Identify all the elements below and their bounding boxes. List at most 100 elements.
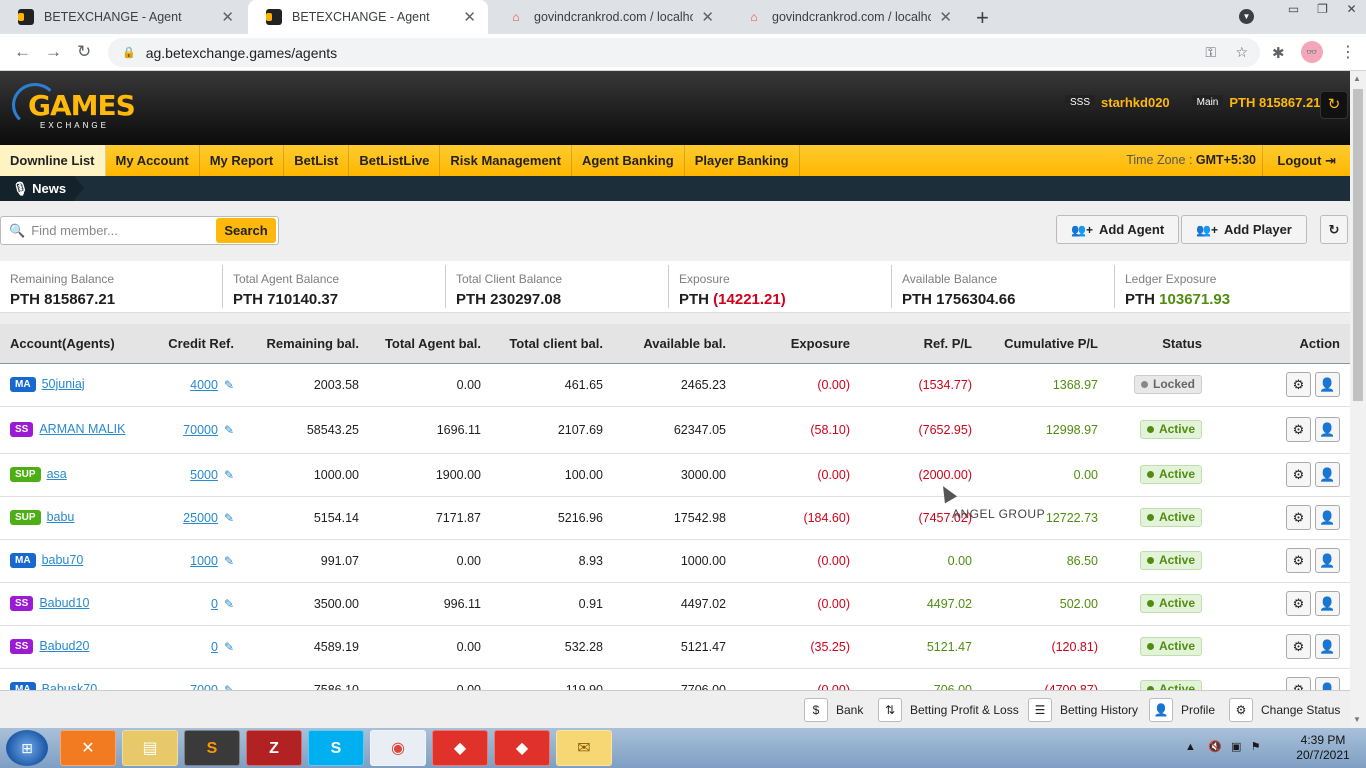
settings-button[interactable]: ⚙: [1286, 634, 1311, 659]
menu-downline-list[interactable]: Downline List: [0, 145, 106, 176]
refresh-balance-button[interactable]: ↻: [1320, 91, 1348, 119]
anydesk-icon[interactable]: ◆: [432, 730, 488, 766]
show-hidden-icons-icon[interactable]: ▲: [1185, 741, 1196, 753]
account-link[interactable]: 50juniaj: [42, 377, 85, 391]
pencil-icon[interactable]: ✎: [224, 423, 234, 437]
col-available-bal[interactable]: Available bal.: [613, 324, 736, 364]
add-agent-button[interactable]: 👥+ Add Agent: [1056, 215, 1180, 244]
menu-my-report[interactable]: My Report: [200, 145, 285, 176]
pencil-icon[interactable]: ✎: [224, 468, 234, 482]
credit-ref-link[interactable]: 25000: [183, 511, 218, 525]
notes-app-icon[interactable]: ✉: [556, 730, 612, 766]
close-icon[interactable]: ✕: [221, 8, 234, 26]
search-input[interactable]: Find member...: [31, 223, 216, 238]
sublime-text-icon[interactable]: S: [184, 730, 240, 766]
profile-button[interactable]: 👤: [1315, 505, 1340, 530]
file-explorer-icon[interactable]: ▤: [122, 730, 178, 766]
forward-icon[interactable]: →: [45, 42, 62, 62]
profile-button[interactable]: 👤: [1315, 634, 1340, 659]
col-credit-ref[interactable]: Credit Ref.: [140, 324, 244, 364]
account-link[interactable]: Babud20: [39, 639, 89, 653]
skype-icon[interactable]: S: [308, 730, 364, 766]
anydesk-icon-2[interactable]: ◆: [494, 730, 550, 766]
settings-button[interactable]: ⚙: [1286, 548, 1311, 573]
account-link[interactable]: babu: [47, 510, 75, 524]
account-link[interactable]: asa: [47, 467, 67, 481]
xampp-app-icon[interactable]: ✕: [60, 730, 116, 766]
col-account[interactable]: Account(Agents): [0, 324, 140, 364]
credit-ref-link[interactable]: 7000: [190, 683, 218, 691]
address-bar[interactable]: 🔒 ag.betexchange.games/agents ⚿ ☆: [108, 38, 1260, 67]
minimize-icon[interactable]: ▭: [1279, 0, 1308, 24]
profile-button[interactable]: 👤: [1315, 548, 1340, 573]
menu-my-account[interactable]: My Account: [106, 145, 200, 176]
col-total-client-bal[interactable]: Total client bal.: [491, 324, 613, 364]
settings-button[interactable]: ⚙: [1286, 462, 1311, 487]
reload-icon[interactable]: ↻: [77, 42, 91, 62]
settings-button[interactable]: ⚙: [1286, 505, 1311, 530]
pencil-icon[interactable]: ✎: [224, 554, 234, 568]
settings-button[interactable]: ⚙: [1286, 372, 1311, 397]
credit-ref-link[interactable]: 0: [211, 597, 218, 611]
close-window-icon[interactable]: ✕: [1337, 0, 1366, 24]
news-label[interactable]: 🎙 News: [0, 176, 84, 201]
search-button[interactable]: Search: [216, 218, 276, 243]
col-total-agent-bal[interactable]: Total Agent bal.: [369, 324, 491, 364]
pencil-icon[interactable]: ✎: [224, 640, 234, 654]
legend-bank[interactable]: $ Bank: [804, 697, 863, 722]
chrome-icon[interactable]: ◉: [370, 730, 426, 766]
credit-ref-link[interactable]: 70000: [183, 423, 218, 437]
scrollbar-thumb[interactable]: [1353, 89, 1363, 401]
add-player-button[interactable]: 👥+ Add Player: [1181, 215, 1307, 244]
legend-profile[interactable]: 👤 Profile: [1149, 697, 1215, 722]
menu-icon[interactable]: ⋮: [1340, 42, 1356, 62]
credit-ref-link[interactable]: 5000: [190, 468, 218, 482]
logout-button[interactable]: Logout ⇥: [1262, 145, 1350, 176]
filezilla-icon[interactable]: Z: [246, 730, 302, 766]
pencil-icon[interactable]: ✎: [224, 683, 234, 691]
profile-button[interactable]: 👤: [1315, 417, 1340, 442]
scroll-down-icon[interactable]: ▼: [1353, 715, 1361, 724]
pencil-icon[interactable]: ✎: [224, 378, 234, 392]
profile-button[interactable]: 👤: [1315, 677, 1340, 690]
account-link[interactable]: ARMAN MALIK: [39, 422, 125, 436]
col-cumulative-pl[interactable]: Cumulative P/L: [982, 324, 1108, 364]
system-clock[interactable]: 4:39 PM 20/7/2021: [1290, 733, 1356, 763]
settings-button[interactable]: ⚙: [1286, 591, 1311, 616]
menu-risk-management[interactable]: Risk Management: [440, 145, 572, 176]
profile-button[interactable]: 👤: [1315, 372, 1340, 397]
close-icon[interactable]: ✕: [463, 8, 476, 26]
refresh-button[interactable]: ↻: [1320, 215, 1348, 244]
pencil-icon[interactable]: ✎: [224, 511, 234, 525]
menu-agent-banking[interactable]: Agent Banking: [572, 145, 685, 176]
star-icon[interactable]: ☆: [1235, 44, 1248, 60]
menu-betlist[interactable]: BetList: [284, 145, 350, 176]
close-icon[interactable]: ✕: [701, 8, 714, 26]
credit-ref-link[interactable]: 1000: [190, 554, 218, 568]
col-exposure[interactable]: Exposure: [736, 324, 860, 364]
scroll-up-icon[interactable]: ▲: [1353, 74, 1361, 83]
account-link[interactable]: Babud10: [39, 596, 89, 610]
col-remaining-bal[interactable]: Remaining bal.: [244, 324, 369, 364]
browser-tab[interactable]: ⌂ govindcrankrod.com / localhost / ✕: [490, 0, 726, 34]
back-icon[interactable]: ←: [14, 42, 31, 62]
site-logo[interactable]: GAMES EXCHANGE: [12, 81, 136, 135]
menu-betlistlive[interactable]: BetListLive: [349, 145, 441, 176]
start-button[interactable]: ⊞: [6, 730, 48, 766]
credit-ref-link[interactable]: 0: [211, 640, 218, 654]
lock-icon[interactable]: 🔒: [122, 46, 136, 59]
legend-betting-profit-loss[interactable]: ⇅ Betting Profit & Loss: [878, 697, 1019, 722]
browser-tab[interactable]: BETEXCHANGE - Agent ✕: [0, 0, 246, 34]
network-icon[interactable]: ▣: [1231, 741, 1241, 753]
close-icon[interactable]: ✕: [939, 8, 952, 26]
page-scrollbar[interactable]: ▲ ▼: [1350, 71, 1366, 728]
profile-button[interactable]: 👤: [1315, 591, 1340, 616]
avatar[interactable]: 👓: [1301, 41, 1323, 63]
flag-icon[interactable]: ⚑: [1251, 741, 1261, 753]
settings-button[interactable]: ⚙: [1286, 677, 1311, 690]
account-link[interactable]: Babusk70: [42, 682, 98, 690]
maximize-icon[interactable]: ❐: [1308, 0, 1337, 24]
tab-search-icon[interactable]: ▼: [1239, 9, 1254, 24]
col-status[interactable]: Status: [1108, 324, 1212, 364]
legend-change-status[interactable]: ⚙ Change Status: [1229, 697, 1340, 722]
